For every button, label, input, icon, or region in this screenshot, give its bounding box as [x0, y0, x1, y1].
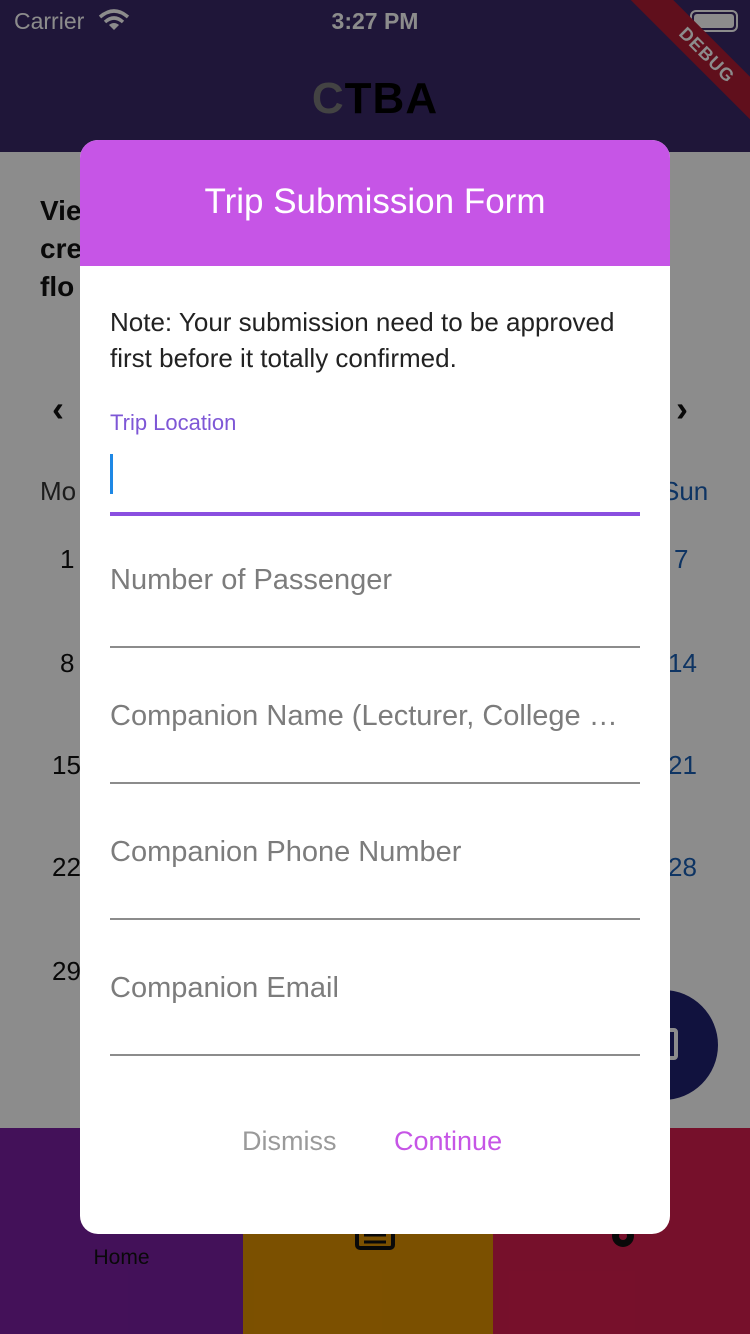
companion-phone-placeholder: Companion Phone Number: [110, 836, 462, 868]
trip-location-label: Trip Location: [110, 410, 237, 435]
passenger-count-field[interactable]: Number of Passenger: [110, 564, 640, 654]
passenger-count-underline: [110, 646, 640, 648]
trip-location-field[interactable]: Trip Location: [110, 410, 640, 520]
companion-phone-field[interactable]: Companion Phone Number: [110, 836, 640, 926]
companion-name-underline: [110, 782, 640, 784]
companion-phone-underline: [110, 918, 640, 920]
dialog-note: Note: Your submission need to be approve…: [110, 307, 615, 373]
text-cursor: [110, 454, 113, 494]
trip-submission-dialog: Trip Submission Form Note: Your submissi…: [80, 140, 670, 1234]
companion-name-field[interactable]: Companion Name (Lecturer, College Studen…: [110, 700, 640, 790]
companion-email-field[interactable]: Companion Email: [110, 972, 640, 1062]
companion-name-placeholder: Companion Name (Lecturer, College Studen…: [110, 700, 634, 732]
companion-email-placeholder: Companion Email: [110, 972, 339, 1004]
trip-location-underline: [110, 512, 640, 516]
dialog-title: Trip Submission Form: [80, 140, 670, 266]
continue-button[interactable]: Continue: [394, 1126, 502, 1157]
passenger-count-placeholder: Number of Passenger: [110, 564, 393, 596]
dismiss-button[interactable]: Dismiss: [242, 1126, 337, 1157]
companion-email-underline: [110, 1054, 640, 1056]
